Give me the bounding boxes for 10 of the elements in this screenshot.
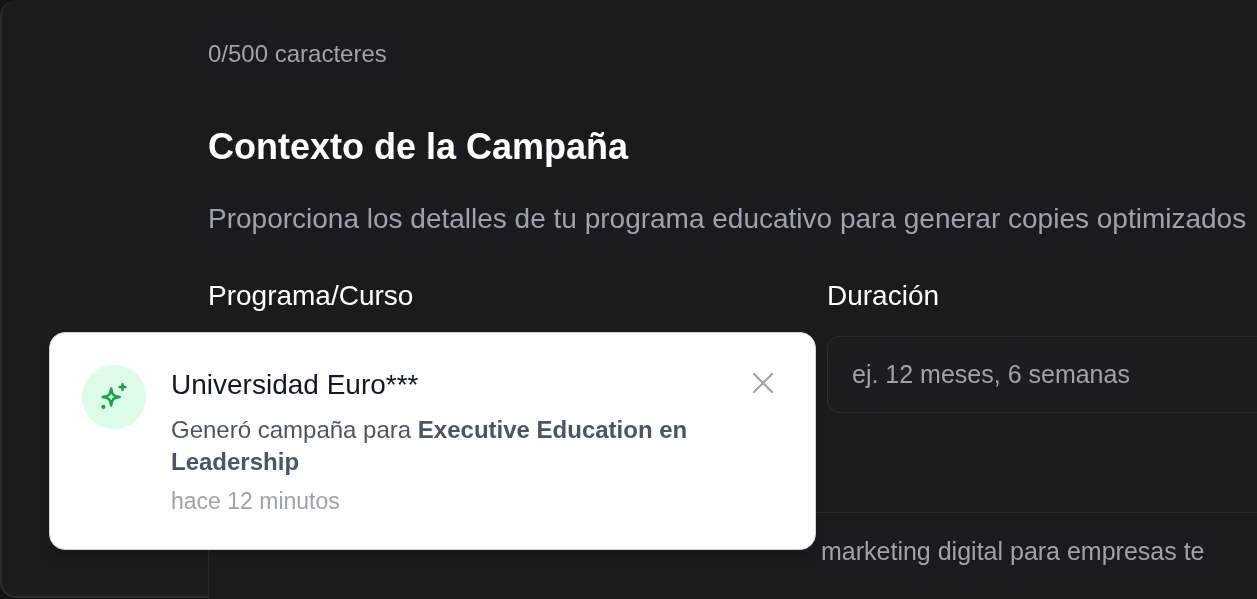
section-title: Contexto de la Campaña xyxy=(208,127,630,167)
toast-time: hace 12 minutos xyxy=(171,487,341,515)
input-field[interactable]: ej. 12 meses, 6 semanas xyxy=(827,336,1257,413)
character-counter: 0/500 caracteres xyxy=(208,40,388,68)
field-label: Duración xyxy=(827,280,941,312)
section-description: Proporciona los detalles de tu programa educativo para generar copies optimizados xyxy=(208,203,1248,235)
toast-title: Universidad Euro*** xyxy=(171,368,420,402)
field-label: Programa/Curso xyxy=(208,280,415,312)
close-icon xyxy=(752,372,774,394)
toast-message: Generó campaña para Executive Education en Leadership xyxy=(171,415,689,477)
